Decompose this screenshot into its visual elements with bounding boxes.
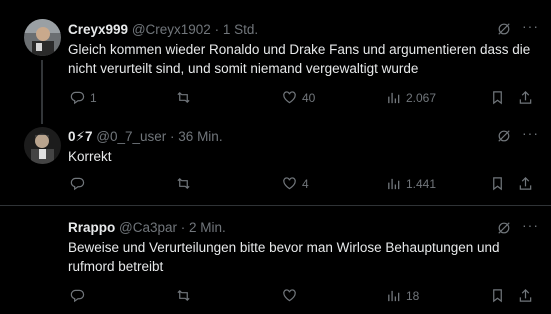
like-count: 4 [302, 176, 309, 191]
bookmark-icon [493, 289, 502, 303]
share-button[interactable] [518, 90, 533, 105]
bookmark-icon [493, 91, 502, 105]
tweet[interactable]: 0⚡7 @0_7_user · 36 Min. ··· Korrekt 4 1.… [0, 117, 551, 205]
separator-dot: · [180, 220, 186, 235]
like-icon [283, 289, 296, 302]
tweet-header: 0⚡7 @0_7_user · 36 Min. [68, 128, 511, 145]
timestamp[interactable]: 36 Min. [178, 129, 222, 144]
grok-icon[interactable] [497, 221, 511, 235]
bookmark-button[interactable] [490, 90, 505, 105]
repost-icon [177, 177, 190, 190]
bookmark-icon [493, 177, 502, 191]
reply-button[interactable] [70, 288, 90, 303]
separator-dot: · [170, 129, 175, 144]
tweet-header: Creyx999 @Creyx1902 · 1 Std. [68, 21, 511, 38]
avatar[interactable] [24, 19, 61, 56]
tweet-text: Beweise und Verurteilungen bitte bevor m… [68, 240, 500, 274]
separator-dot: · [214, 22, 220, 37]
avatar[interactable] [24, 127, 61, 164]
more-icon[interactable]: ··· [522, 217, 539, 233]
reply-icon [70, 289, 85, 303]
tweet-text: Gleich kommen wieder Ronaldo und Drake F… [68, 42, 531, 76]
timestamp[interactable]: 1 Std. [223, 22, 258, 37]
reply-icon [70, 177, 85, 191]
more-icon[interactable]: ··· [522, 18, 539, 34]
display-name[interactable]: Creyx999 [68, 22, 128, 37]
views-icon [388, 290, 400, 302]
tweet[interactable]: Rrappo @Ca3par · 2 Min. ··· Beweise und … [0, 205, 551, 314]
views-button[interactable]: 2.067 [386, 90, 436, 105]
views-count: 2.067 [406, 90, 437, 105]
views-button[interactable]: 18 [386, 288, 419, 303]
share-icon [519, 91, 532, 104]
repost-button[interactable] [176, 90, 196, 105]
views-count: 18 [406, 288, 420, 303]
repost-icon [177, 289, 190, 302]
share-button[interactable] [518, 288, 533, 303]
tweet[interactable]: Creyx999 @Creyx1902 · 1 Std. ··· Gleich … [0, 0, 551, 124]
tweet-text: Korrekt [68, 149, 112, 164]
views-count: 1.441 [406, 176, 437, 191]
reply-icon [70, 91, 85, 105]
user-handle[interactable]: @Creyx1902 [132, 22, 211, 37]
reply-button[interactable]: 1 [70, 90, 97, 105]
reply-button[interactable] [70, 176, 90, 191]
like-count: 40 [302, 90, 316, 105]
views-icon [388, 92, 400, 104]
like-button[interactable]: 4 [282, 176, 309, 191]
thread-line [41, 60, 43, 124]
grok-icon[interactable] [497, 129, 511, 143]
timestamp[interactable]: 2 Min. [189, 220, 226, 235]
views-icon [388, 178, 400, 190]
repost-icon [177, 91, 190, 104]
reply-count: 1 [90, 90, 97, 105]
bookmark-button[interactable] [490, 176, 505, 191]
like-icon [283, 91, 296, 104]
like-button[interactable] [282, 288, 302, 303]
share-button[interactable] [518, 176, 533, 191]
views-button[interactable]: 1.441 [386, 176, 436, 191]
bookmark-button[interactable] [490, 288, 505, 303]
user-handle[interactable]: @0_7_user [96, 129, 166, 144]
share-icon [519, 289, 532, 302]
repost-button[interactable] [176, 176, 196, 191]
share-icon [519, 177, 532, 190]
like-icon [283, 177, 296, 190]
display-name[interactable]: 0⚡7 [68, 129, 93, 144]
user-handle[interactable]: @Ca3par [119, 220, 177, 235]
more-icon[interactable]: ··· [522, 125, 539, 141]
like-button[interactable]: 40 [282, 90, 315, 105]
tweet-header: Rrappo @Ca3par · 2 Min. [68, 219, 511, 236]
display-name[interactable]: Rrappo [68, 220, 115, 235]
repost-button[interactable] [176, 288, 196, 303]
grok-icon[interactable] [497, 22, 511, 36]
